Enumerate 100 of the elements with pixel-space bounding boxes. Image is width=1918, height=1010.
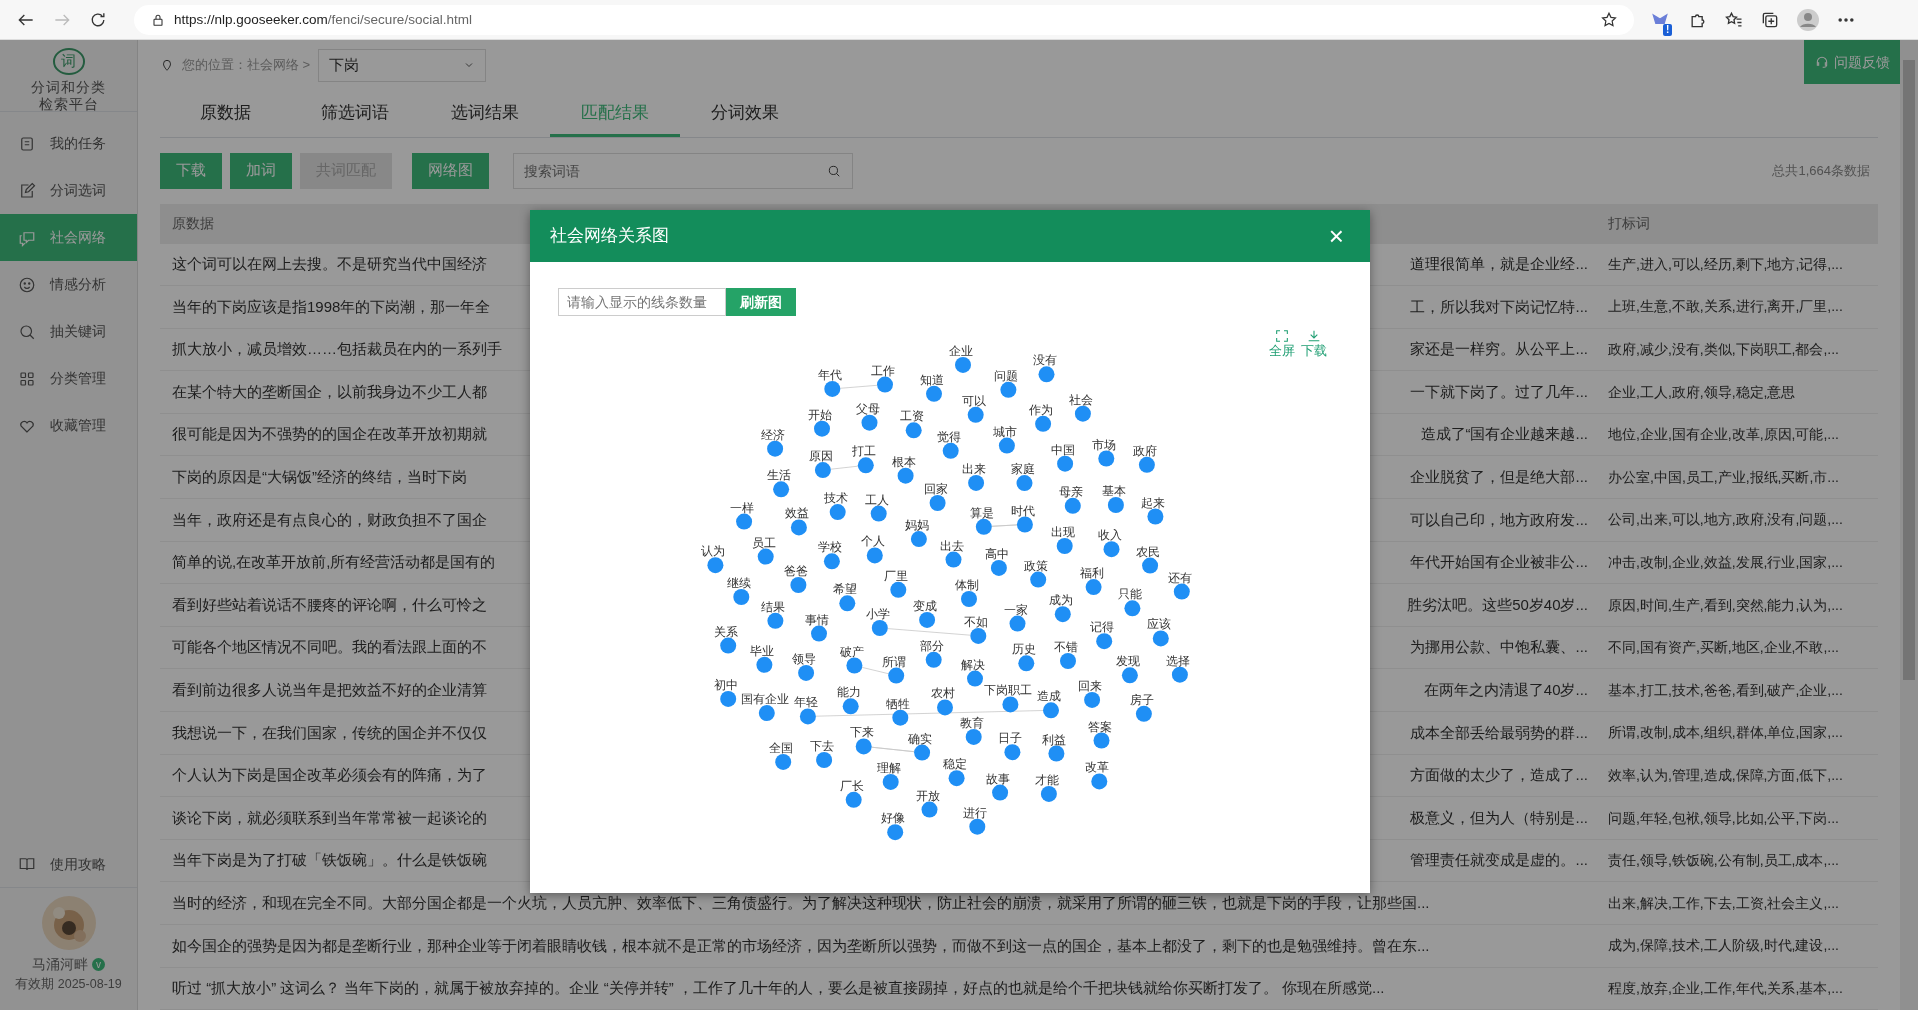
node-dot[interactable] — [871, 620, 888, 636]
node-dot[interactable] — [845, 791, 862, 808]
node-dot[interactable] — [990, 559, 1007, 576]
node-dot[interactable] — [816, 752, 833, 768]
node-dot[interactable] — [1171, 666, 1188, 683]
favorite-add-icon[interactable] — [1600, 10, 1618, 29]
node-dot[interactable] — [1142, 557, 1159, 574]
node-dot[interactable] — [1004, 744, 1021, 761]
node-dot[interactable] — [955, 356, 971, 373]
node-dot[interactable] — [968, 474, 985, 491]
node-dot[interactable] — [790, 519, 807, 536]
toolbar-button[interactable]: 网络图 — [412, 152, 489, 189]
node-dot[interactable] — [1085, 579, 1102, 596]
node-dot[interactable] — [1107, 497, 1124, 513]
node-dot[interactable] — [855, 738, 872, 755]
node-dot[interactable] — [921, 801, 938, 818]
node-dot[interactable] — [773, 481, 790, 498]
scrollbar[interactable] — [1900, 40, 1918, 1010]
node-dot[interactable] — [798, 664, 815, 681]
node-dot[interactable] — [1040, 785, 1057, 802]
node-dot[interactable] — [861, 414, 878, 431]
node-dot[interactable] — [925, 651, 942, 668]
node-dot[interactable] — [1009, 615, 1026, 632]
node-dot[interactable] — [1135, 705, 1152, 722]
node-dot[interactable] — [1030, 571, 1047, 588]
node-dot[interactable] — [929, 495, 946, 511]
node-dot[interactable] — [720, 637, 737, 654]
node-dot[interactable] — [756, 656, 773, 673]
node-dot[interactable] — [1152, 630, 1169, 647]
node-dot[interactable] — [967, 670, 983, 687]
node-dot[interactable] — [910, 531, 927, 548]
node-dot[interactable] — [975, 518, 992, 535]
node-dot[interactable] — [757, 548, 774, 565]
node-dot[interactable] — [914, 744, 931, 761]
node-dot[interactable] — [814, 420, 830, 437]
node-dot[interactable] — [846, 657, 863, 674]
node-dot[interactable] — [839, 595, 856, 612]
node-dot[interactable] — [767, 440, 784, 457]
node-dot[interactable] — [814, 462, 831, 479]
tab[interactable]: 筛选词语 — [290, 94, 420, 137]
node-dot[interactable] — [775, 753, 792, 770]
node-dot[interactable] — [811, 625, 827, 642]
node-dot[interactable] — [1147, 508, 1164, 525]
node-dot[interactable] — [890, 581, 907, 598]
sidebar-item[interactable]: 分类管理 — [0, 355, 137, 402]
node-dot[interactable] — [823, 553, 840, 570]
node-dot[interactable] — [1002, 696, 1019, 713]
node-dot[interactable] — [1173, 583, 1190, 600]
node-dot[interactable] — [1000, 381, 1017, 398]
node-dot[interactable] — [892, 709, 909, 726]
node-dot[interactable] — [824, 380, 841, 397]
node-dot[interactable] — [733, 589, 750, 605]
sidebar-item[interactable]: 分词选词 — [0, 167, 137, 214]
node-dot[interactable] — [1043, 702, 1059, 719]
node-dot[interactable] — [965, 728, 982, 745]
node-dot[interactable] — [1018, 655, 1035, 672]
node-dot[interactable] — [1035, 415, 1052, 432]
node-dot[interactable] — [937, 699, 953, 716]
node-dot[interactable] — [926, 385, 942, 402]
node-dot[interactable] — [1064, 497, 1081, 514]
node-dot[interactable] — [799, 708, 816, 725]
node-dot[interactable] — [905, 422, 922, 439]
feedback-button[interactable]: 问题反馈 — [1804, 40, 1900, 84]
sidebar-item[interactable]: 收藏管理 — [0, 402, 137, 449]
node-dot[interactable] — [888, 667, 905, 684]
tab[interactable]: 分词效果 — [680, 94, 810, 137]
node-dot[interactable] — [948, 770, 965, 787]
toolbar-button[interactable]: 加词 — [230, 152, 292, 189]
line-count-field[interactable]: 请输入显示的线条数量 — [558, 288, 726, 316]
node-dot[interactable] — [882, 773, 899, 790]
node-dot[interactable] — [767, 612, 784, 629]
node-dot[interactable] — [992, 784, 1009, 801]
profile-icon[interactable] — [1796, 7, 1821, 32]
refresh-button[interactable]: 刷新图 — [726, 288, 796, 316]
node-dot[interactable] — [1060, 653, 1076, 669]
node-dot[interactable] — [866, 547, 883, 564]
sidebar-item[interactable]: 社会网络 — [0, 214, 137, 261]
node-dot[interactable] — [1096, 633, 1113, 650]
download-button[interactable]: 下载 — [1298, 328, 1330, 359]
node-dot[interactable] — [736, 513, 753, 530]
node-dot[interactable] — [1138, 456, 1155, 473]
node-dot[interactable] — [1098, 450, 1115, 467]
toolbar-button[interactable]: 下载 — [160, 152, 222, 189]
search-icon[interactable] — [827, 163, 841, 178]
node-dot[interactable] — [1048, 745, 1065, 762]
sidebar-item[interactable]: 我的任务 — [0, 120, 137, 167]
tab[interactable]: 匹配结果 — [550, 94, 680, 137]
sidebar-item[interactable]: 抽关键词 — [0, 308, 137, 355]
node-dot[interactable] — [1016, 516, 1033, 533]
node-dot[interactable] — [1121, 667, 1138, 684]
node-dot[interactable] — [897, 467, 914, 484]
node-dot[interactable] — [919, 611, 936, 628]
keyword-select[interactable]: 下岗 — [318, 48, 487, 82]
help-link[interactable]: 使用攻略 — [0, 841, 137, 889]
address-bar[interactable]: https://nlp.gooseeker.com/fenci/secure/social.html — [134, 4, 1634, 35]
node-dot[interactable] — [887, 824, 904, 841]
node-dot[interactable] — [1038, 366, 1055, 383]
node-dot[interactable] — [1091, 773, 1108, 790]
node-dot[interactable] — [1016, 475, 1033, 492]
node-dot[interactable] — [1084, 691, 1101, 708]
